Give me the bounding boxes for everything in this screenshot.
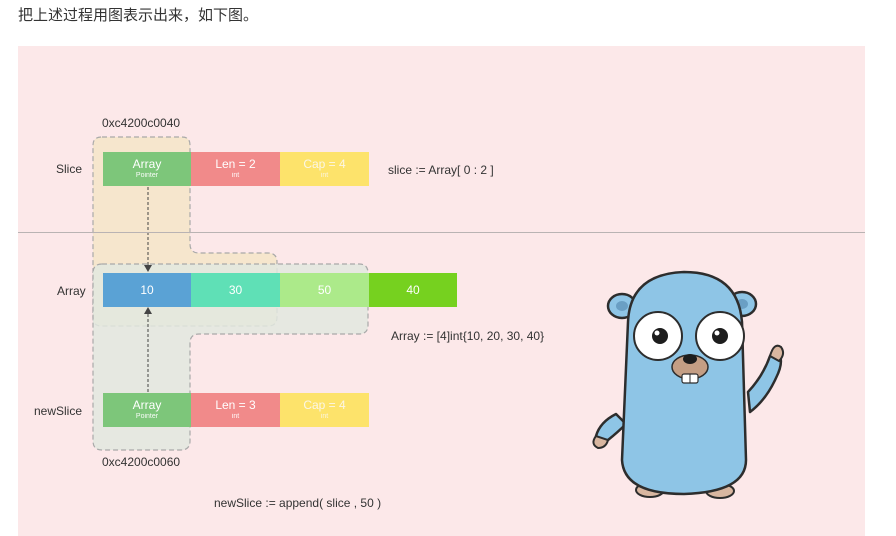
code-append: newSlice := append( slice , 50 ): [214, 496, 382, 510]
intro-text: 把上述过程用图表示出来，如下图。: [18, 6, 259, 24]
newslice-array-sub: Pointer: [135, 413, 159, 420]
code-slice: slice := Array[ 0 : 2 ]: [388, 163, 494, 177]
gopher-right-glint: [714, 330, 720, 336]
slice-address: 0xc4200c0040: [102, 116, 181, 130]
slice-diagram: 0xc4200c0040 0xc4200c0060 Slice Array ne…: [18, 46, 865, 536]
newslice-array-pointer-cell: Array Pointer: [103, 393, 191, 427]
slice-array-label: Array: [132, 157, 162, 171]
gopher-nose: [683, 354, 697, 364]
array-cell-0: 10: [103, 273, 191, 307]
row-label-slice: Slice: [56, 162, 83, 176]
newslice-array-label: Array: [132, 398, 162, 412]
slice-cap-sub: int: [320, 172, 329, 179]
array-cell-2: 50: [280, 273, 369, 307]
array-cell-1: 30: [191, 273, 280, 307]
array-value-3: 40: [406, 283, 420, 297]
row-label-newslice: newSlice: [34, 404, 83, 418]
newslice-cap-sub: int: [320, 413, 329, 420]
slice-len-label: Len = 2: [215, 157, 256, 171]
gopher-left-glint: [654, 330, 660, 336]
array-cell-3: 40: [369, 273, 457, 307]
gopher-mascot: [592, 270, 785, 499]
slice-cap-cell: Cap = 4 int: [280, 152, 369, 186]
array-value-1: 30: [228, 283, 243, 297]
code-array: Array := [4]int{10, 20, 30, 40}: [391, 329, 545, 343]
slice-len-cell: Len = 2 int: [191, 152, 280, 186]
gopher-right-arm: [746, 350, 783, 414]
newslice-address: 0xc4200c0060: [102, 455, 181, 469]
array-value-0: 10: [140, 283, 154, 297]
newslice-len-sub: int: [231, 413, 240, 420]
gopher-left-ear-inner: [616, 301, 628, 311]
gopher-left-pupil: [652, 328, 668, 344]
newslice-cap-cell: Cap = 4 int: [280, 393, 369, 427]
newslice-cap-label: Cap = 4: [303, 398, 346, 412]
section-divider: [18, 232, 865, 233]
newslice-len-cell: Len = 3 int: [191, 393, 280, 427]
row-label-array: Array: [57, 284, 86, 298]
gopher-right-pupil: [712, 328, 728, 344]
slice-len-sub: int: [231, 172, 240, 179]
slice-array-pointer-cell: Array Pointer: [103, 152, 191, 186]
slice-cap-label: Cap = 4: [303, 157, 346, 171]
array-value-2: 50: [317, 283, 332, 297]
newslice-len-label: Len = 3: [215, 398, 256, 412]
slice-array-sub: Pointer: [135, 172, 159, 179]
